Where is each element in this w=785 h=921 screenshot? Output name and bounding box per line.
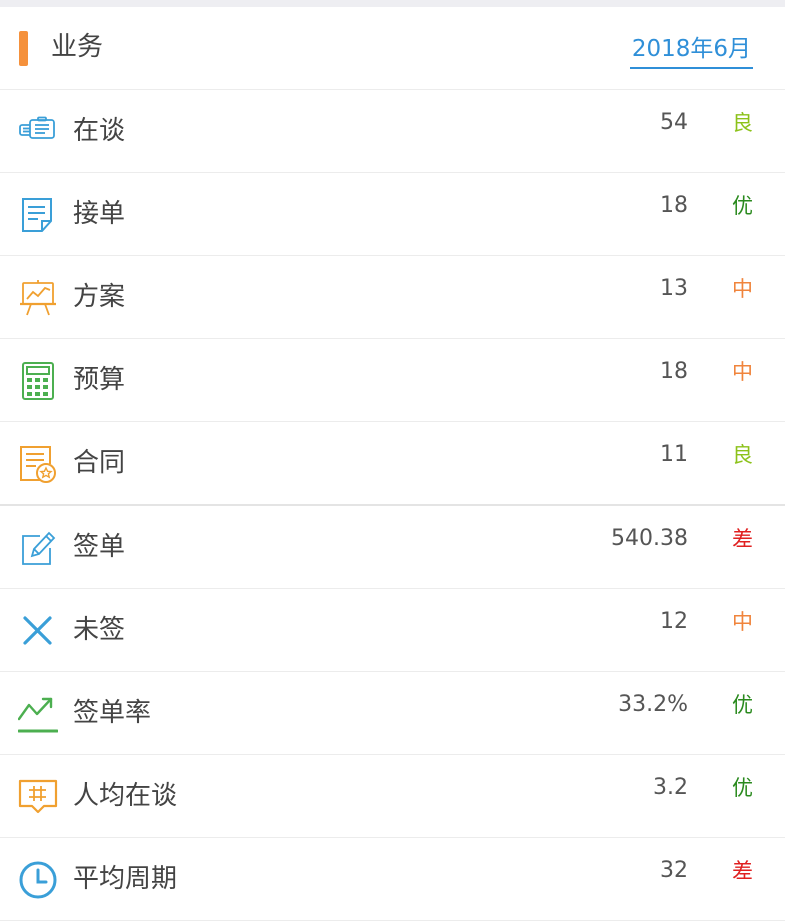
metric-grade: 中 [732, 360, 753, 384]
metric-row-qiandanlv[interactable]: 签单率 33.2% 优 [0, 672, 785, 755]
chat-bubbles-icon [18, 112, 58, 152]
metric-label: 合同 [73, 448, 126, 478]
contract-seal-icon [18, 444, 58, 484]
metric-value: 3.2 [653, 775, 688, 800]
clock-icon [18, 860, 58, 900]
metric-label: 平均周期 [73, 864, 178, 894]
close-x-icon [18, 611, 58, 651]
metric-row-fangan[interactable]: 方案 13 中 [0, 256, 785, 339]
metric-grade: 中 [732, 277, 753, 301]
metric-row-hetong[interactable]: 合同 11 良 [0, 422, 785, 506]
metric-value: 18 [660, 193, 688, 218]
document-edit-icon [18, 195, 58, 235]
metric-grade: 差 [732, 859, 753, 883]
metric-row-weiqian[interactable]: 未签 12 中 [0, 589, 785, 672]
metric-value: 32 [660, 858, 688, 883]
metric-row-yusuan[interactable]: 预算 18 中 [0, 339, 785, 422]
metric-value: 13 [660, 276, 688, 301]
metric-row-qiandan[interactable]: 签单 540.38 差 [0, 506, 785, 589]
metric-grade: 优 [732, 776, 753, 800]
metric-value: 54 [660, 110, 688, 135]
metric-label: 方案 [73, 282, 126, 312]
hash-message-icon [18, 777, 58, 817]
pencil-sign-icon [18, 528, 58, 568]
metric-row-pingjunzhouqi[interactable]: 平均周期 32 差 [0, 838, 785, 921]
calculator-icon [18, 361, 58, 401]
metric-grade: 优 [732, 693, 753, 717]
top-strip [0, 0, 785, 7]
metric-value: 18 [660, 359, 688, 384]
metric-row-zaitan[interactable]: 在谈 54 良 [0, 90, 785, 173]
metric-value: 11 [660, 442, 688, 467]
metric-grade: 优 [732, 194, 753, 218]
metric-value: 33.2% [618, 692, 688, 717]
metric-grade: 良 [732, 111, 753, 135]
metric-value: 12 [660, 609, 688, 634]
metric-grade: 差 [732, 527, 753, 551]
metric-grade: 良 [732, 443, 753, 467]
metric-label: 在谈 [73, 116, 126, 146]
metrics-list: 在谈 54 良 接单 18 优 方案 13 中 预算 18 中 合同 11 良 … [0, 90, 785, 921]
section-header: 业务 2018年6月 [0, 7, 785, 90]
metric-label: 未签 [73, 615, 126, 645]
presentation-board-icon [18, 278, 58, 318]
metric-label: 接单 [73, 199, 126, 229]
metric-label: 人均在谈 [73, 781, 178, 811]
metric-row-jiedan[interactable]: 接单 18 优 [0, 173, 785, 256]
metric-grade: 中 [732, 610, 753, 634]
metric-label: 签单率 [73, 698, 152, 728]
metric-value: 540.38 [611, 526, 688, 551]
metric-row-renjunzaitan[interactable]: 人均在谈 3.2 优 [0, 755, 785, 838]
accent-bar [19, 31, 28, 66]
date-picker[interactable]: 2018年6月 [629, 34, 753, 69]
metric-label: 预算 [73, 365, 126, 395]
section-title: 业务 [51, 32, 104, 62]
metric-label: 签单 [73, 532, 126, 562]
trend-up-icon [18, 694, 58, 734]
